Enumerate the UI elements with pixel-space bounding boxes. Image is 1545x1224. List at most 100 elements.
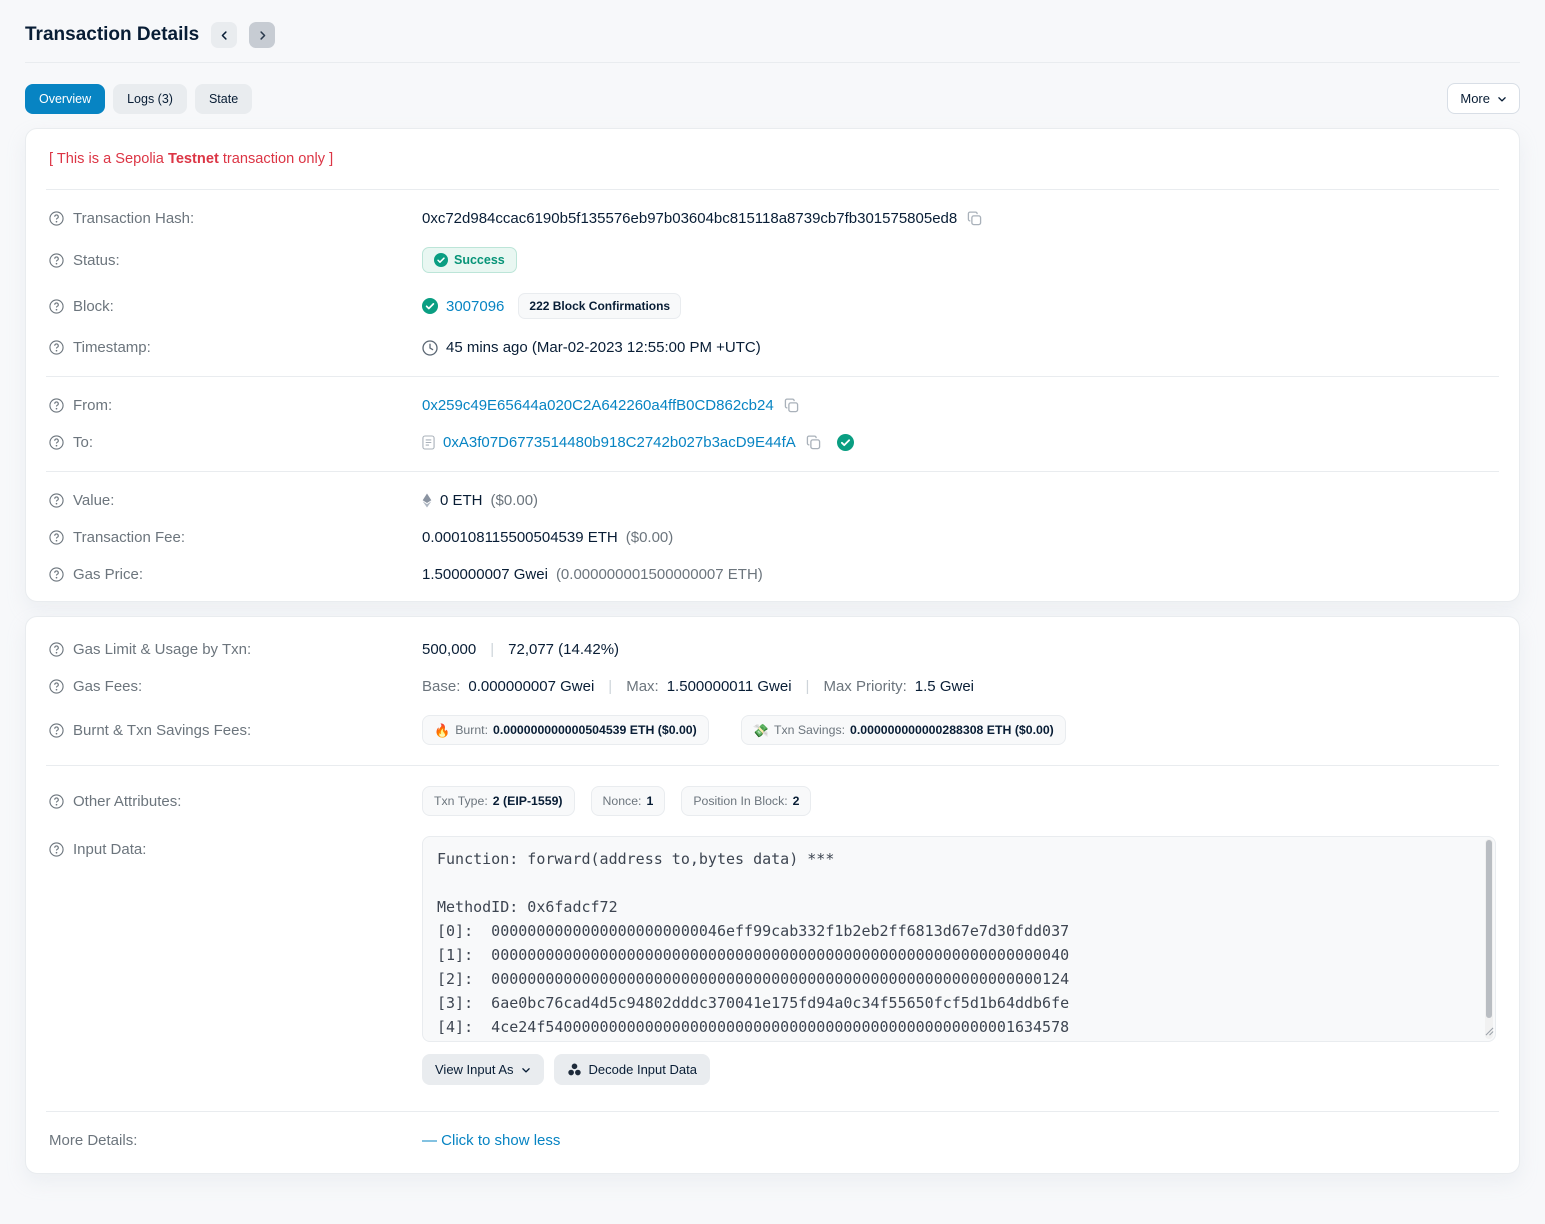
next-transaction-button[interactable] <box>249 22 275 48</box>
input-data-box[interactable]: Function: forward(address to,bytes data)… <box>422 836 1496 1042</box>
block-label: Block: <box>49 298 422 315</box>
divider <box>46 765 1499 766</box>
separator: | <box>602 678 618 695</box>
details-card: Gas Limit & Usage by Txn: 500,000 | 72,0… <box>25 616 1520 1174</box>
resize-handle-icon[interactable] <box>1485 1023 1494 1040</box>
status-label: Status: <box>49 252 422 269</box>
page-title: Transaction Details <box>25 24 199 46</box>
position-in-block-badge: Position In Block: 2 <box>681 786 811 816</box>
row-label-text: From: <box>73 397 112 414</box>
scrollbar-thumb[interactable] <box>1486 840 1492 1018</box>
position-in-block-value: 2 <box>793 794 800 808</box>
status-badge-label: Success <box>454 253 505 267</box>
row-label-text: Transaction Hash: <box>73 210 194 227</box>
question-icon[interactable] <box>49 794 64 809</box>
testnet-warning: [ This is a Sepolia Testnet transaction … <box>46 137 1499 179</box>
block-row: Block: 3007096 222 Block Confirmations <box>46 283 1499 329</box>
txn-savings-label: Txn Savings: <box>774 723 845 737</box>
row-label-text: Transaction Fee: <box>73 529 185 546</box>
transaction-fee-usd: ($0.00) <box>626 529 674 546</box>
status-row: Status: Success <box>46 237 1499 283</box>
page: Transaction Details Overview Logs (3) St… <box>0 0 1545 1174</box>
question-icon[interactable] <box>49 253 64 268</box>
row-label-text: Block: <box>73 298 114 315</box>
chevron-down-icon <box>521 1065 531 1075</box>
separator: | <box>800 678 816 695</box>
divider <box>46 1111 1499 1112</box>
transaction-hash-value: 0xc72d984ccac6190b5f135576eb97b03604bc81… <box>422 210 957 227</box>
question-icon[interactable] <box>49 340 64 355</box>
previous-transaction-button[interactable] <box>211 22 237 48</box>
separator: | <box>484 641 500 658</box>
question-icon[interactable] <box>49 493 64 508</box>
contract-file-icon <box>422 435 435 450</box>
divider <box>46 189 1499 190</box>
copy-hash-button[interactable] <box>965 211 984 226</box>
copy-icon <box>967 211 982 226</box>
question-icon[interactable] <box>49 398 64 413</box>
status-badge: Success <box>422 247 517 273</box>
row-label-text: Other Attributes: <box>73 793 181 810</box>
value-usd: ($0.00) <box>491 492 539 509</box>
to-row: To: 0xA3f07D6773514480b918C2742b027b3acD… <box>46 424 1499 461</box>
tabs: Overview Logs (3) State <box>25 84 252 114</box>
overview-card: [ This is a Sepolia Testnet transaction … <box>25 128 1520 602</box>
burnt-savings-label: Burnt & Txn Savings Fees: <box>49 722 422 739</box>
question-icon[interactable] <box>49 723 64 738</box>
question-icon[interactable] <box>49 842 64 857</box>
decode-icon <box>567 1062 582 1077</box>
txn-savings-value: 0.000000000000288308 ETH ($0.00) <box>850 723 1054 737</box>
copy-icon <box>806 435 821 450</box>
more-dropdown-button[interactable]: More <box>1447 83 1520 114</box>
txn-savings-badge: 💸 Txn Savings: 0.000000000000288308 ETH … <box>741 715 1066 745</box>
row-label-text: Gas Price: <box>73 566 143 583</box>
transaction-fee-label: Transaction Fee: <box>49 529 422 546</box>
copy-from-address-button[interactable] <box>782 398 801 413</box>
tab-overview[interactable]: Overview <box>25 84 105 114</box>
gas-limit-label: Gas Limit & Usage by Txn: <box>49 641 422 658</box>
row-label-text: Gas Fees: <box>73 678 142 695</box>
question-icon[interactable] <box>49 679 64 694</box>
question-icon[interactable] <box>49 211 64 226</box>
value-amount: 0 ETH <box>440 492 483 509</box>
gas-usage-value: 72,077 (14.42%) <box>508 641 619 658</box>
divider <box>46 376 1499 377</box>
timestamp-label: Timestamp: <box>49 339 422 356</box>
to-address-link[interactable]: 0xA3f07D6773514480b918C2742b027b3acD9E44… <box>443 434 796 451</box>
input-data-content[interactable]: Function: forward(address to,bytes data)… <box>422 836 1496 1042</box>
input-data-buttons: View Input As Decode Input Data <box>422 1054 1496 1085</box>
txn-type-value: 2 (EIP-1559) <box>493 794 563 808</box>
gas-price-label: Gas Price: <box>49 566 422 583</box>
block-number-link[interactable]: 3007096 <box>446 298 504 315</box>
copy-to-address-button[interactable] <box>804 435 823 450</box>
from-address-link[interactable]: 0x259c49E65644a020C2A642260a4ffB0CD862cb… <box>422 397 774 414</box>
tab-logs[interactable]: Logs (3) <box>113 84 187 114</box>
clock-icon <box>422 340 438 356</box>
row-label-text: Timestamp: <box>73 339 151 356</box>
decode-input-data-button[interactable]: Decode Input Data <box>554 1054 710 1085</box>
transaction-hash-label: Transaction Hash: <box>49 210 422 227</box>
question-icon[interactable] <box>49 530 64 545</box>
tab-state[interactable]: State <box>195 84 252 114</box>
check-circle-icon <box>422 298 438 314</box>
input-data-scrollbar[interactable] <box>1485 839 1493 1039</box>
question-icon[interactable] <box>49 299 64 314</box>
to-label: To: <box>49 434 422 451</box>
divider <box>46 471 1499 472</box>
question-icon[interactable] <box>49 642 64 657</box>
nonce-badge: Nonce: 1 <box>591 786 666 816</box>
view-input-as-button[interactable]: View Input As <box>422 1054 544 1085</box>
row-label-text: Status: <box>73 252 120 269</box>
success-check-icon <box>434 253 448 267</box>
question-icon[interactable] <box>49 567 64 582</box>
gas-price-amount: 1.500000007 Gwei <box>422 566 548 583</box>
base-fee-label: Base: <box>422 678 460 695</box>
gas-price-row: Gas Price: 1.500000007 Gwei (0.000000001… <box>46 556 1499 593</box>
warning-prefix: [ This is a Sepolia <box>49 151 168 167</box>
show-less-link[interactable]: — Click to show less <box>422 1132 560 1149</box>
view-input-as-label: View Input As <box>435 1062 514 1077</box>
gas-fees-row: Gas Fees: Base: 0.000000007 Gwei | Max: … <box>46 668 1499 705</box>
question-icon[interactable] <box>49 435 64 450</box>
max-priority-fee-value: 1.5 Gwei <box>915 678 974 695</box>
from-row: From: 0x259c49E65644a020C2A642260a4ffB0C… <box>46 387 1499 424</box>
